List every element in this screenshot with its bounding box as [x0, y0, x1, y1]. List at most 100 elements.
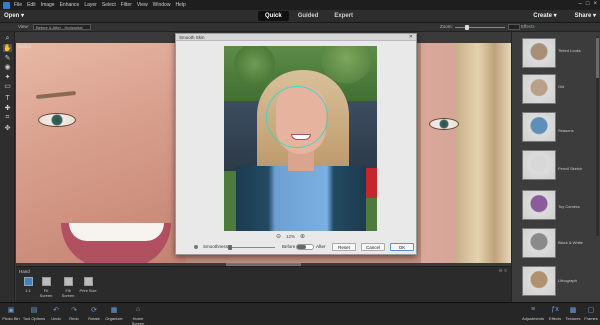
- reset-button[interactable]: Reset: [332, 243, 356, 251]
- effects-scrollbar[interactable]: [596, 36, 599, 236]
- spot-healing-tool-icon[interactable]: ✚: [3, 104, 12, 112]
- adjustments-button[interactable]: ≡ Adjustments: [520, 305, 546, 321]
- effect-thumb-2[interactable]: [522, 112, 556, 142]
- tool-options-label: Tool Options: [22, 316, 46, 321]
- effect-thumb-3[interactable]: [522, 150, 556, 180]
- menu-file[interactable]: File: [14, 2, 22, 8]
- menu-layer[interactable]: Layer: [84, 2, 97, 8]
- one-to-one-label: 1:1: [25, 288, 31, 293]
- toolbox: ⌕ ✋ ✎ ◉ ✦ ▭ T ✚ ⌗ ✥: [0, 32, 15, 302]
- effect-thumb-3-image: [523, 151, 555, 179]
- print-size-label: Print Size: [79, 288, 97, 293]
- home-screen-label: Home Screen: [131, 316, 145, 325]
- panel-menu-icons[interactable]: ⊜ ≡: [499, 268, 508, 274]
- open-label: Open: [4, 13, 20, 19]
- zoom-out-icon[interactable]: ⊖: [276, 233, 281, 240]
- fill-screen-label: Fill Screen: [61, 288, 75, 298]
- effect-label-4: Toy Camera: [558, 204, 580, 209]
- effect-thumb-6-image: [523, 267, 555, 295]
- move-tool-icon[interactable]: ✥: [3, 124, 12, 132]
- crop-tool-icon[interactable]: ⌗: [3, 114, 12, 122]
- after-toggle-label: After: [316, 244, 326, 249]
- effect-thumb-1[interactable]: [522, 74, 556, 104]
- dialog-preview-photo[interactable]: [224, 46, 377, 231]
- open-button[interactable]: Open ▾: [4, 12, 24, 19]
- zoom-value-field[interactable]: [508, 24, 520, 30]
- zoom-slider[interactable]: [455, 25, 505, 30]
- organizer-label: Organizer: [105, 316, 123, 321]
- hand-tool-icon[interactable]: ✋: [3, 44, 12, 52]
- effects-scroll-thumb[interactable]: [596, 38, 599, 78]
- menu-select[interactable]: Select: [102, 2, 116, 8]
- tab-guided[interactable]: Guided: [291, 11, 326, 21]
- adjustments-icon: ≡: [530, 306, 536, 313]
- help-icon[interactable]: [194, 245, 198, 249]
- undo-button[interactable]: ↶ Undo: [50, 305, 62, 322]
- zoom-label: Zoom:: [440, 24, 453, 29]
- close-window-button[interactable]: ×: [593, 1, 597, 7]
- effects-panel: Tinted Looks Old Seasons Pencil Sketch T…: [511, 32, 600, 302]
- create-button[interactable]: Create ▾: [533, 12, 556, 19]
- organizer-button[interactable]: ▦ Organizer: [104, 305, 124, 322]
- mode-tabs: Quick Guided Expert: [258, 11, 360, 21]
- minimize-button[interactable]: –: [579, 1, 582, 7]
- smoothness-slider-knob[interactable]: [228, 245, 232, 250]
- cancel-button[interactable]: Cancel: [361, 243, 385, 251]
- ok-button[interactable]: OK: [390, 243, 414, 251]
- menu-window[interactable]: Window: [153, 2, 171, 8]
- red-eye-tool-icon[interactable]: ◉: [3, 63, 12, 71]
- home-screen-button[interactable]: ⌂ Home Screen: [126, 305, 150, 325]
- effect-thumb-0[interactable]: [522, 38, 556, 68]
- fill-screen-button[interactable]: Fill Screen: [59, 277, 77, 298]
- menu-enhance[interactable]: Enhance: [60, 2, 80, 8]
- zoom-in-icon[interactable]: ⊕: [300, 233, 305, 240]
- options-bar: View: Before & After - Horizontal Zoom: …: [0, 23, 600, 32]
- face-detection-circle[interactable]: [266, 86, 328, 148]
- share-button[interactable]: Share ▾: [575, 12, 596, 19]
- print-size-button[interactable]: Print Size: [79, 277, 97, 293]
- redo-icon: ↷: [71, 306, 77, 314]
- tab-quick[interactable]: Quick: [258, 11, 289, 21]
- menu-filter[interactable]: Filter: [121, 2, 132, 8]
- menu-view[interactable]: View: [137, 2, 148, 8]
- fit-screen-button[interactable]: Fit Screen: [37, 277, 55, 298]
- textures-label: Textures: [565, 316, 581, 321]
- straighten-tool-icon[interactable]: ▭: [3, 82, 12, 90]
- rotate-button[interactable]: ⟳ Rotate: [86, 305, 102, 322]
- zoom-slider-knob[interactable]: [465, 25, 469, 30]
- dialog-close-icon[interactable]: ✕: [409, 34, 413, 41]
- frames-label: Frames: [584, 316, 598, 321]
- photo-bin-button[interactable]: ▣ Photo Bin: [2, 305, 20, 322]
- maximize-button[interactable]: □: [586, 1, 590, 7]
- effects-button[interactable]: ƒx Effects: [548, 305, 562, 321]
- redo-button[interactable]: ↷ Redo: [68, 305, 80, 322]
- menu-edit[interactable]: Edit: [27, 2, 36, 8]
- menu-help[interactable]: Help: [175, 2, 185, 8]
- tab-expert[interactable]: Expert: [327, 11, 360, 21]
- type-tool-icon[interactable]: T: [3, 94, 12, 102]
- tool-options-button[interactable]: ▤ Tool Options: [22, 305, 46, 322]
- effect-thumb-4[interactable]: [522, 190, 556, 220]
- whiten-teeth-tool-icon[interactable]: ✦: [3, 73, 12, 81]
- textures-button[interactable]: ▩ Textures: [564, 305, 582, 322]
- before-after-toggle[interactable]: [296, 244, 314, 250]
- menu-image[interactable]: Image: [41, 2, 55, 8]
- effect-thumb-5[interactable]: [522, 228, 556, 258]
- frames-button[interactable]: ▢ Frames: [583, 305, 599, 322]
- effect-thumb-6[interactable]: [522, 266, 556, 296]
- undo-icon: ↶: [53, 306, 59, 314]
- smoothness-slider[interactable]: [228, 245, 275, 250]
- quick-selection-tool-icon[interactable]: ✎: [3, 54, 12, 62]
- smoothness-label: Smoothness:: [203, 244, 230, 249]
- view-tool-icon[interactable]: ⌕: [3, 35, 12, 43]
- print-size-icon: [83, 277, 93, 286]
- app-logo-icon: [3, 1, 10, 9]
- home-icon: ⌂: [135, 306, 141, 313]
- mode-bar: Open ▾ Quick Guided Expert Create ▾ Shar…: [0, 10, 600, 23]
- before-mouth: [61, 223, 171, 263]
- view-select[interactable]: Before & After - Horizontal: [33, 24, 91, 30]
- one-to-one-button[interactable]: 1:1: [19, 277, 37, 293]
- after-eye: [429, 118, 459, 130]
- effect-label-6: Lithograph: [558, 278, 577, 283]
- menu-bar: File Edit Image Enhance Layer Select Fil…: [0, 0, 600, 10]
